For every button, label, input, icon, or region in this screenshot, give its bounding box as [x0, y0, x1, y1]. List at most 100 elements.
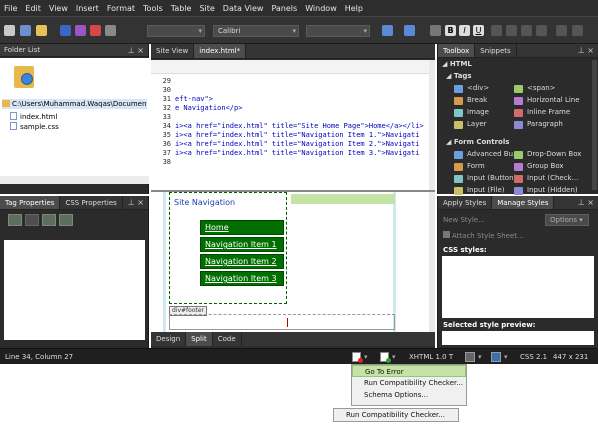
pin-icon[interactable]: ⊥ ×	[128, 198, 144, 207]
design-scrollbar[interactable]	[429, 192, 435, 332]
toolbox-item[interactable]: Input (Button)	[467, 174, 516, 182]
align-center-icon[interactable]	[506, 25, 517, 36]
menu-item[interactable]: Insert	[76, 4, 99, 13]
toolbox-item[interactable]: Paragraph	[527, 120, 563, 128]
toolbar-options-icon[interactable]	[430, 25, 441, 36]
menu-item[interactable]: Site	[199, 4, 214, 13]
bold-icon[interactable]: B	[445, 25, 456, 36]
categorize-icon[interactable]	[8, 214, 22, 226]
italic-icon[interactable]: I	[459, 25, 470, 36]
menu-item-go-to-error[interactable]: Go To Error	[352, 365, 466, 377]
pin-icon[interactable]: ⊥ ×	[578, 46, 594, 55]
toolbox-scrollbar[interactable]	[592, 60, 597, 190]
toolbox-item[interactable]: Group Box	[527, 162, 564, 170]
chevron-down-icon[interactable]: ▾	[504, 353, 508, 361]
toolbox-item[interactable]: Input (File)	[467, 186, 505, 194]
menu-item[interactable]: Help	[345, 4, 363, 13]
toolbox-item[interactable]: Input (Check...	[527, 174, 578, 182]
show-set-icon[interactable]	[42, 214, 56, 226]
section-tags[interactable]: ◢ Tags	[446, 72, 472, 80]
tab-snippets[interactable]: Snippets	[475, 44, 517, 57]
file-item[interactable]: sample.css	[10, 122, 59, 132]
toolbox-item[interactable]: Horizontal Line	[527, 96, 580, 104]
toolbox-item[interactable]: <span>	[527, 84, 556, 92]
sort-icon[interactable]	[25, 214, 39, 226]
menu-item[interactable]: Tools	[143, 4, 163, 13]
menu-item[interactable]: Data View	[223, 4, 264, 13]
tab-site-view[interactable]: Site View	[151, 44, 195, 58]
chevron-down-icon[interactable]: ▾	[478, 353, 482, 361]
menu-item-run-compatibility-lower[interactable]: Run Compatibility Checker...	[334, 409, 458, 421]
attach-style-sheet-link[interactable]: Attach Style Sheet...	[443, 231, 524, 240]
bullet-list-icon[interactable]	[572, 25, 583, 36]
pin-icon[interactable]: ⊥ ×	[578, 198, 594, 207]
css-version[interactable]: CSS 2.1	[520, 353, 547, 361]
toolbox-item[interactable]: Layer	[467, 120, 487, 128]
tab-tag-properties[interactable]: Tag Properties	[0, 196, 61, 209]
section-form-controls[interactable]: ◢ Form Controls	[446, 138, 509, 146]
pin-icon[interactable]: ⊥ ×	[128, 46, 144, 55]
nav-item-3[interactable]: Navigation Item 3	[200, 271, 284, 286]
options-dropdown[interactable]: Options ▾	[545, 214, 589, 226]
new-style-link[interactable]: New Style...	[443, 216, 485, 224]
doctype-indicator[interactable]: XHTML 1.0 T	[409, 353, 453, 361]
tab-manage-styles[interactable]: Manage Styles	[492, 196, 555, 209]
design-view[interactable]: Site Navigation Home Navigation Item 1 N…	[151, 192, 435, 332]
tab-code[interactable]: Code	[213, 332, 242, 346]
tab-toolbox[interactable]: Toolbox	[438, 44, 476, 57]
tab-css-properties[interactable]: CSS Properties	[60, 196, 123, 209]
new-dropdown-icon[interactable]	[20, 25, 31, 36]
menu-item[interactable]: Window	[305, 4, 337, 13]
menu-item[interactable]: Edit	[25, 4, 41, 13]
style-app-icon[interactable]	[491, 352, 501, 362]
open-folder-icon[interactable]	[36, 25, 47, 36]
menu-item-schema-options[interactable]: Schema Options...	[352, 389, 466, 401]
tab-apply-styles[interactable]: Apply Styles	[438, 196, 493, 209]
redo-icon[interactable]	[404, 25, 415, 36]
toolbox-item[interactable]: Image	[467, 108, 489, 116]
section-html[interactable]: ◢ HTML	[442, 60, 472, 68]
justify-icon[interactable]	[536, 25, 547, 36]
horizontal-scrollbar[interactable]	[0, 176, 149, 184]
visual-aids-icon[interactable]	[465, 352, 475, 362]
publish-icon[interactable]	[75, 25, 86, 36]
toolbox-item[interactable]: Inline Frame	[527, 108, 570, 116]
menu-item[interactable]: Panels	[271, 4, 297, 13]
menu-item[interactable]: Format	[107, 4, 135, 13]
align-left-icon[interactable]	[491, 25, 502, 36]
undo-icon[interactable]	[382, 25, 393, 36]
css-styles-list[interactable]	[442, 256, 594, 318]
tab-index-html[interactable]: index.html*	[194, 44, 247, 58]
menu-item[interactable]: File	[4, 4, 17, 13]
error-page-icon[interactable]	[352, 352, 363, 363]
size-combo[interactable]	[306, 25, 370, 37]
toolbox-item[interactable]: Input (Hidden)	[527, 186, 578, 194]
code-view[interactable]: 29 30 31 eft-nav"> 32 e Navigation</p> 33 34 i><…	[151, 60, 435, 190]
toolbox-item[interactable]: Drop-Down Box	[527, 150, 581, 158]
menu-item-run-compatibility[interactable]: Run Compatibility Checker...	[352, 377, 466, 389]
left-nav-div[interactable]: Site Navigation Home Navigation Item 1 N…	[169, 192, 287, 304]
folder-path[interactable]: C:\Users\Muhammad.Waqas\Documents\M	[2, 99, 147, 109]
code-scrollbar[interactable]	[429, 60, 435, 190]
properties-icon[interactable]	[59, 214, 73, 226]
page-size[interactable]: 447 x 231	[553, 353, 588, 361]
tab-design[interactable]: Design	[151, 332, 187, 346]
preview-icon[interactable]	[105, 25, 116, 36]
save-icon[interactable]	[60, 25, 71, 36]
footer-div[interactable]	[169, 314, 395, 330]
tab-split[interactable]: Split	[186, 332, 213, 346]
chevron-down-icon[interactable]: ▾	[392, 353, 396, 361]
toolbox-item[interactable]: Break	[467, 96, 487, 104]
style-combo[interactable]	[147, 25, 205, 37]
font-combo[interactable]: Calibri	[213, 25, 299, 37]
align-right-icon[interactable]	[521, 25, 532, 36]
nav-item-1[interactable]: Navigation Item 1	[200, 237, 284, 252]
chevron-down-icon[interactable]: ▾	[364, 353, 368, 361]
toolbox-item[interactable]: Advanced Bu...	[467, 150, 520, 158]
numbered-list-icon[interactable]	[556, 25, 567, 36]
new-page-icon[interactable]	[4, 25, 15, 36]
toolbox-item[interactable]: Form	[467, 162, 485, 170]
nav-item-2[interactable]: Navigation Item 2	[200, 254, 284, 269]
underline-icon[interactable]: U	[473, 25, 484, 36]
file-item[interactable]: index.html	[10, 112, 59, 122]
